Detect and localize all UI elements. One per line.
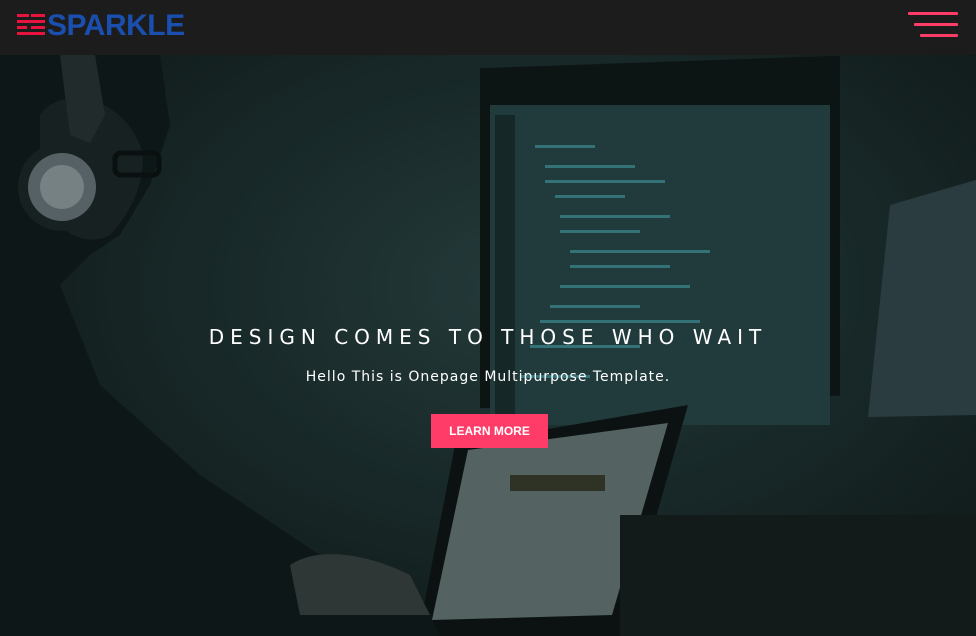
- learn-more-button[interactable]: LEARN MORE: [431, 414, 548, 448]
- brand-logo[interactable]: SPARKLE: [17, 11, 185, 41]
- brand-name: SPARKLE: [47, 9, 185, 42]
- hero-subtitle: Hello This is Onepage Multipurpose Templ…: [305, 369, 671, 385]
- hero-section: DESIGN COMES TO THOSE WHO WAIT Hello Thi…: [0, 55, 976, 636]
- hamburger-menu-button[interactable]: [908, 12, 958, 38]
- hamburger-menu-icon: [908, 12, 958, 15]
- navbar: SPARKLE: [0, 0, 976, 55]
- hero-title: DESIGN COMES TO THOSE WHO WAIT: [208, 325, 768, 349]
- stacked-bars-logo-icon: [17, 14, 45, 35]
- hero-content: DESIGN COMES TO THOSE WHO WAIT Hello Thi…: [0, 55, 976, 636]
